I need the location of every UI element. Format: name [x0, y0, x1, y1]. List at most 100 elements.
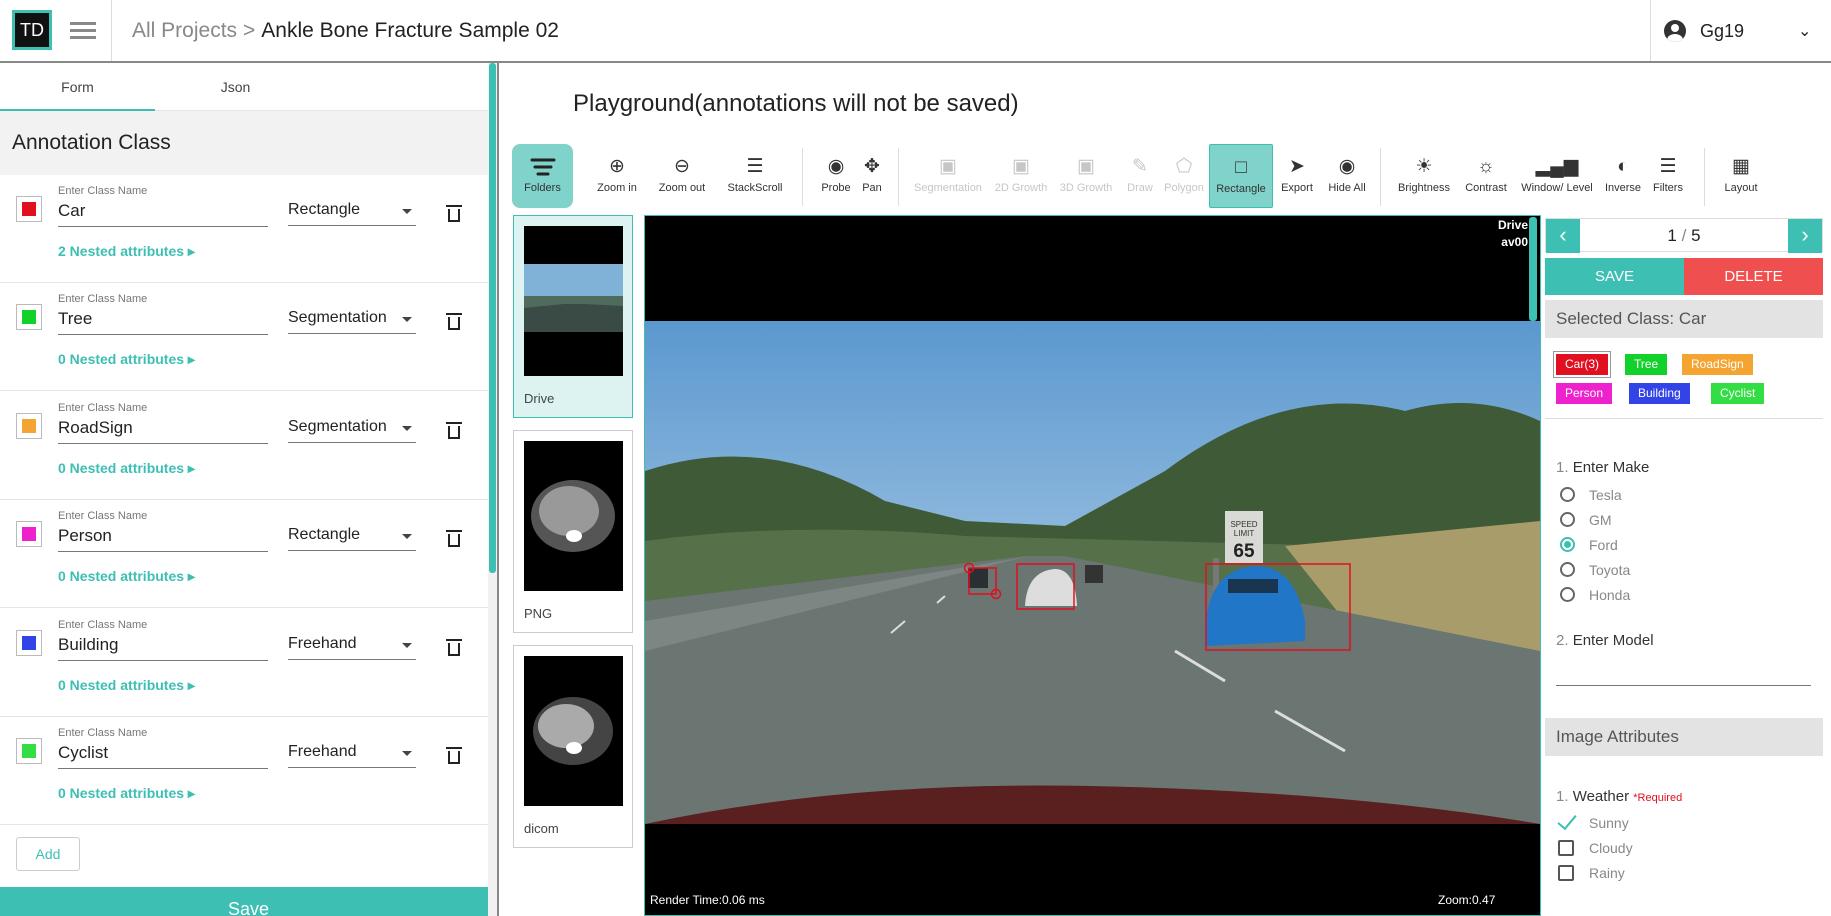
class-chip-roadsign[interactable]: RoadSign: [1682, 354, 1753, 375]
tool-type-select[interactable]: Rectangle: [288, 201, 416, 226]
segmentation-button[interactable]: ▣ Segmentation: [911, 144, 985, 208]
save-button[interactable]: Save: [0, 887, 497, 916]
color-swatch[interactable]: [16, 196, 42, 222]
checkbox-sunny[interactable]: [1558, 815, 1574, 831]
model-input[interactable]: [1556, 685, 1811, 686]
chevron-right-icon[interactable]: ›: [1788, 219, 1822, 253]
folders-button[interactable]: Folders: [512, 144, 573, 208]
class-chip-cyclist[interactable]: Cyclist: [1711, 383, 1765, 404]
tool-type-select[interactable]: Freehand: [288, 743, 416, 768]
class-name-input[interactable]: Building: [58, 635, 268, 661]
class-chip-person[interactable]: Person: [1556, 383, 1613, 404]
class-chip-car[interactable]: Car(3): [1556, 354, 1609, 375]
option-label: Honda: [1589, 587, 1631, 603]
color-swatch[interactable]: [16, 521, 42, 547]
color-swatch[interactable]: [16, 738, 42, 764]
class-name-label: Enter Class Name: [58, 185, 148, 197]
image-viewport[interactable]: SPEED LIMIT 65 Drive av00 Render Time:0.…: [644, 215, 1541, 916]
save-annotations-button[interactable]: SAVE: [1545, 258, 1684, 295]
radio-tesla[interactable]: [1560, 487, 1575, 502]
add-class-button[interactable]: Add: [16, 837, 80, 871]
image-pager: ‹ 1 / 5 ›: [1545, 218, 1823, 253]
tool-type-select[interactable]: Freehand: [288, 635, 416, 660]
checkbox-cloudy[interactable]: [1558, 840, 1574, 856]
draw-button[interactable]: ✎ Draw: [1120, 144, 1160, 208]
tool-type-select[interactable]: Rectangle: [288, 526, 416, 551]
overlay-series-name: Drive: [1497, 218, 1528, 232]
question-number: 1.: [1556, 788, 1569, 805]
stackscroll-button[interactable]: ☰ StackScroll: [722, 144, 788, 208]
tab-form[interactable]: Form: [0, 63, 155, 111]
color-swatch[interactable]: [16, 413, 42, 439]
export-button[interactable]: ➤ Export: [1276, 144, 1318, 208]
delete-annotations-button[interactable]: DELETE: [1684, 258, 1823, 295]
delete-icon[interactable]: [446, 422, 462, 439]
thumbnail-png[interactable]: PNG: [513, 430, 633, 633]
tool-label: Zoom in: [597, 182, 637, 194]
radio-toyota[interactable]: [1560, 562, 1575, 577]
zoom-in-button[interactable]: ⊕ Zoom in: [591, 144, 643, 208]
question-weather: 1. Weather *Required: [1556, 788, 1682, 805]
form-json-tabs: Form Json: [0, 63, 488, 111]
window-level-button[interactable]: ▂▄▆ Window/ Level: [1518, 144, 1596, 208]
rectangle-button[interactable]: □ Rectangle: [1209, 144, 1273, 208]
thumbnail-dicom[interactable]: dicom: [513, 645, 633, 848]
layout-button[interactable]: ▦ Layout: [1718, 144, 1764, 208]
tool-label: 3D Growth: [1059, 182, 1113, 194]
chevron-left-icon[interactable]: ‹: [1546, 219, 1580, 253]
color-swatch[interactable]: [16, 304, 42, 330]
scrollbar[interactable]: [488, 63, 497, 916]
2d-growth-button[interactable]: ▣ 2D Growth: [992, 144, 1050, 208]
class-chip-tree[interactable]: Tree: [1625, 354, 1668, 375]
delete-icon[interactable]: [446, 639, 462, 656]
user-menu[interactable]: Gg19 ⌄: [1664, 18, 1811, 44]
nested-attributes-link[interactable]: 0 Nested attributes ▸: [58, 677, 195, 694]
contrast-button[interactable]: ☼ Contrast: [1462, 144, 1510, 208]
nested-attributes-link[interactable]: 0 Nested attributes ▸: [58, 568, 195, 585]
hide-all-button[interactable]: ◉ Hide All: [1322, 144, 1372, 208]
tab-json[interactable]: Json: [158, 63, 313, 111]
delete-icon[interactable]: [446, 205, 462, 222]
breadcrumb-all-projects[interactable]: All Projects: [132, 19, 237, 42]
brightness-button[interactable]: ☀ Brightness: [1394, 144, 1454, 208]
thumbnail-drive[interactable]: Drive: [513, 215, 633, 418]
delete-icon[interactable]: [446, 747, 462, 764]
class-name-input[interactable]: Car: [58, 201, 268, 227]
filters-button[interactable]: ☰ Filters: [1649, 144, 1687, 208]
radio-honda[interactable]: [1560, 587, 1575, 602]
question-label: Enter Make: [1572, 459, 1650, 476]
nested-attributes-link[interactable]: 0 Nested attributes ▸: [58, 351, 195, 368]
polygon-button[interactable]: ⬠ Polygon: [1162, 144, 1206, 208]
delete-icon[interactable]: [446, 530, 462, 547]
3d-growth-button[interactable]: ▣ 3D Growth: [1057, 144, 1115, 208]
tool-label: Pan: [862, 182, 882, 194]
zoom-out-button[interactable]: ⊖ Zoom out: [652, 144, 712, 208]
nested-attributes-link[interactable]: 0 Nested attributes ▸: [58, 460, 195, 477]
nested-attributes-link[interactable]: 0 Nested attributes ▸: [58, 785, 195, 802]
class-chip-building[interactable]: Building: [1629, 383, 1690, 404]
class-name-input[interactable]: RoadSign: [58, 418, 268, 444]
divider: [1650, 0, 1651, 61]
class-name-input[interactable]: Tree: [58, 309, 268, 335]
radio-gm[interactable]: [1560, 512, 1575, 527]
viewer-scrollbar[interactable]: [1529, 217, 1537, 321]
pan-button[interactable]: ✥ Pan: [857, 144, 887, 208]
probe-button[interactable]: ◉ Probe: [817, 144, 855, 208]
tool-type-select[interactable]: Segmentation: [288, 309, 416, 334]
checkbox-rainy[interactable]: [1558, 865, 1574, 881]
class-name-input[interactable]: Cyclist: [58, 743, 268, 769]
delete-icon[interactable]: [446, 313, 462, 330]
hamburger-menu-icon[interactable]: [70, 18, 96, 44]
nested-attributes-link[interactable]: 2 Nested attributes ▸: [58, 243, 195, 260]
radio-ford[interactable]: [1560, 537, 1575, 552]
question-model: 2. Enter Model: [1556, 632, 1654, 649]
color-swatch[interactable]: [16, 630, 42, 656]
zoom-level: Zoom:0.47: [1438, 893, 1496, 907]
tool-label: Folders: [524, 182, 561, 194]
tool-type-select[interactable]: Segmentation: [288, 418, 416, 443]
playground-title: Playground(annotations will not be saved…: [573, 90, 1019, 117]
panel-divider: [497, 63, 499, 916]
app-logo[interactable]: TD: [12, 10, 52, 50]
inverse-button[interactable]: ◐ Inverse: [1601, 144, 1645, 208]
class-name-input[interactable]: Person: [58, 526, 268, 552]
